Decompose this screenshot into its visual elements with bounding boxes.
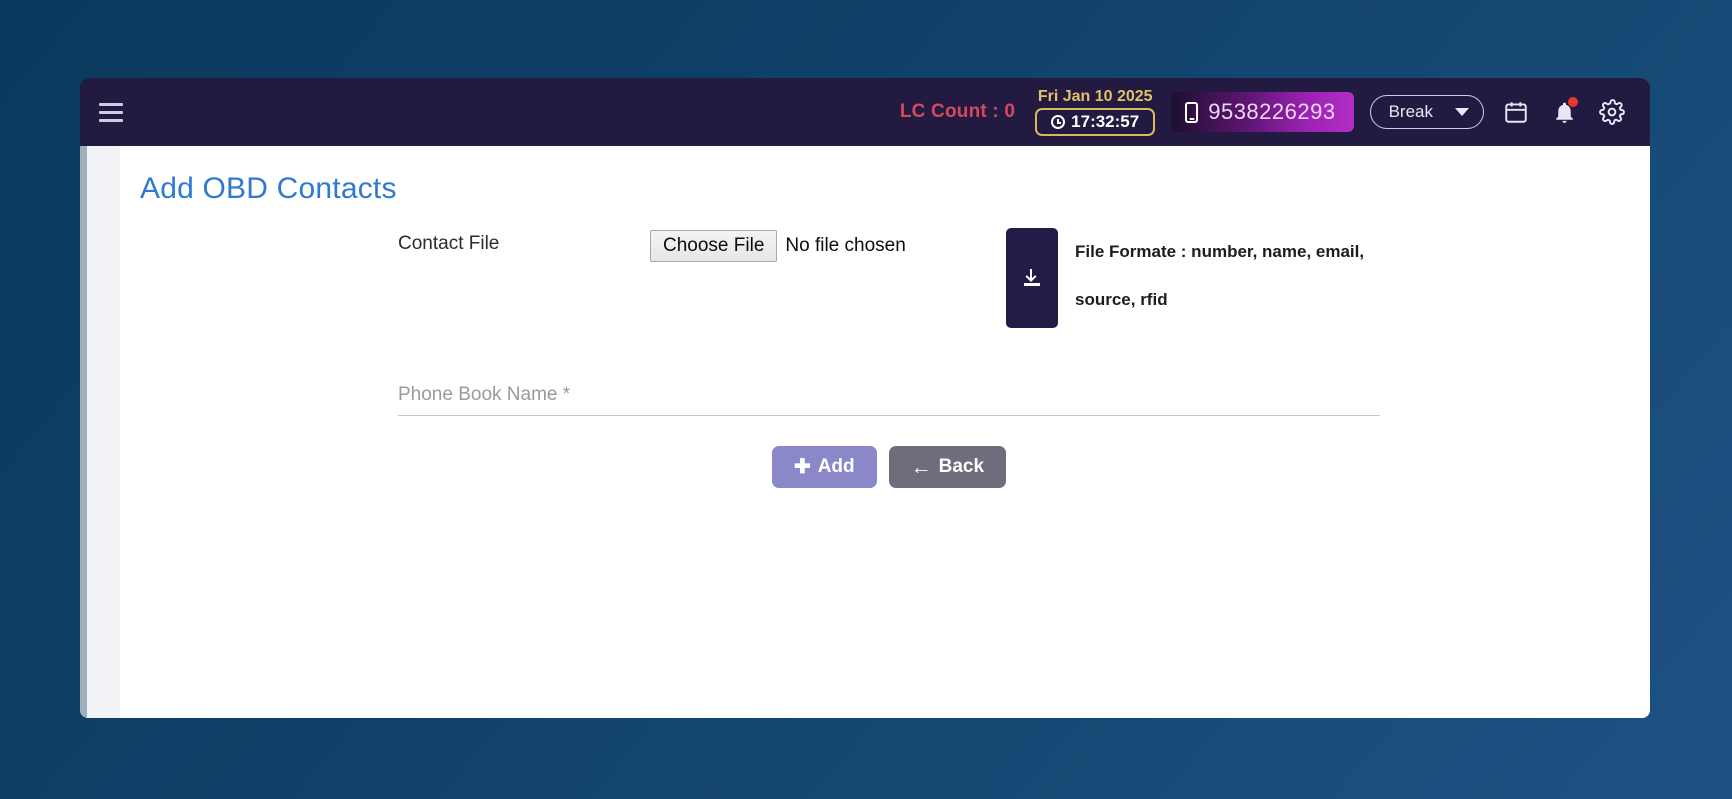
bell-icon[interactable] (1548, 96, 1580, 128)
agent-status-value: Break (1388, 102, 1433, 121)
header-right-group: LC Count : 0 Fri Jan 10 2025 17:32:57 95… (900, 88, 1628, 136)
hamburger-bar (99, 118, 123, 122)
page-title: Add OBD Contacts (140, 172, 397, 205)
current-time-label: 17:32:57 (1071, 112, 1140, 131)
current-time-badge: 17:32:57 (1035, 108, 1156, 136)
hamburger-bar (99, 110, 123, 114)
lc-count-label: LC Count : 0 (899, 101, 1016, 122)
agent-phone-badge[interactable]: 9538226293 (1171, 92, 1354, 132)
hamburger-bar (99, 102, 123, 106)
mobile-phone-icon (1185, 101, 1199, 123)
add-button-label: Add (817, 456, 855, 477)
notification-dot (1568, 97, 1578, 107)
agent-phone-number: 9538226293 (1208, 99, 1336, 124)
gear-icon[interactable] (1596, 96, 1628, 128)
app-window: LC Count : 0 Fri Jan 10 2025 17:32:57 95… (80, 78, 1650, 718)
file-format-block: File Formate : number, name, email, sour… (1006, 228, 1385, 328)
current-date-label: Fri Jan 10 2025 (1037, 88, 1153, 105)
contact-file-input[interactable]: Choose File No file chosen (650, 228, 990, 262)
hamburger-menu-icon[interactable] (94, 97, 128, 127)
contact-file-label: Contact File (398, 233, 500, 254)
top-header-bar: LC Count : 0 Fri Jan 10 2025 17:32:57 95… (80, 78, 1650, 146)
back-button[interactable]: ← Back (888, 446, 1007, 488)
datetime-display: Fri Jan 10 2025 17:32:57 (1035, 88, 1156, 136)
arrow-left-icon: ← (910, 455, 932, 479)
content-card: Add OBD Contacts Contact File Choose Fil… (80, 146, 1650, 718)
back-button-label: Back (938, 456, 985, 477)
download-sample-button[interactable] (1006, 228, 1058, 328)
file-chosen-status: No file chosen (785, 235, 906, 256)
choose-file-button[interactable]: Choose File (650, 230, 778, 262)
agent-status-select[interactable]: Break (1369, 95, 1484, 129)
calendar-icon[interactable] (1500, 96, 1532, 128)
chevron-down-icon (1455, 108, 1469, 116)
form-action-buttons: ✚ Add ← Back (398, 446, 1380, 488)
plus-icon: ✚ (793, 456, 811, 478)
add-button[interactable]: ✚ Add (771, 446, 877, 488)
add-obd-contacts-form: Contact File Choose File No file chosen (120, 228, 1650, 488)
vertical-scrollbar[interactable] (80, 146, 87, 718)
sidebar-collapsed-rail (87, 146, 120, 718)
contact-file-row: Contact File Choose File No file chosen (398, 228, 1650, 328)
download-icon (1024, 269, 1040, 286)
clock-icon (1051, 115, 1066, 129)
page-body: Add OBD Contacts Contact File Choose Fil… (120, 146, 1650, 718)
phone-book-name-input[interactable] (398, 380, 1380, 416)
file-format-note: File Formate : number, name, email, sour… (1075, 242, 1365, 309)
